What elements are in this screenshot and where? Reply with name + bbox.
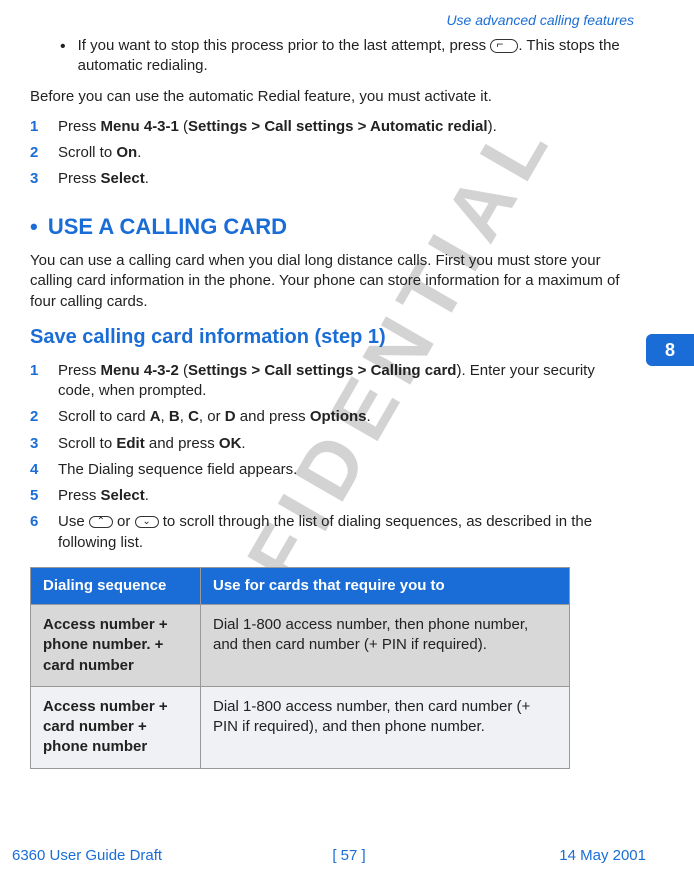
table-row: Access number + card number + phone numb…: [31, 686, 570, 768]
text-fragment: .: [137, 144, 141, 161]
step-text: Press Menu 4-3-2 (Settings > Call settin…: [58, 361, 634, 402]
table-cell: Dial 1-800 access number, then phone num…: [201, 605, 570, 687]
cc-step-3: 3 Scroll to Edit and press OK.: [30, 434, 634, 454]
calling-card-intro: You can use a calling card when you dial…: [30, 251, 634, 312]
step-number: 2: [30, 407, 58, 427]
text-fragment: (: [179, 362, 188, 379]
redial-step-2: 2 Scroll to On.: [30, 143, 634, 163]
footer-date: 14 May 2001: [486, 847, 646, 864]
text-fragment: Press: [58, 362, 101, 379]
text-bold: Menu 4-3-1: [101, 118, 179, 135]
table-row: Access number + phone number. + card num…: [31, 605, 570, 687]
cc-step-1: 1 Press Menu 4-3-2 (Settings > Call sett…: [30, 361, 634, 402]
text-fragment: Scroll to: [58, 435, 116, 452]
text-bold: On: [116, 144, 137, 161]
redial-step-1: 1 Press Menu 4-3-1 (Settings > Call sett…: [30, 117, 634, 137]
text-bold: Menu 4-3-2: [101, 362, 179, 379]
text-fragment: ).: [488, 118, 497, 135]
step-text: Scroll to card A, B, C, or D and press O…: [58, 407, 634, 427]
step-number: 3: [30, 169, 58, 189]
dialing-sequence-table: Dialing sequence Use for cards that requ…: [30, 567, 570, 769]
step-text: Use ⌃ or ⌄ to scroll through the list of…: [58, 512, 634, 553]
text-fragment: .: [367, 408, 371, 425]
text-fragment: or: [113, 513, 135, 530]
step-number: 2: [30, 143, 58, 163]
table-header-col2: Use for cards that require you to: [201, 567, 570, 604]
text-fragment: ,: [161, 408, 169, 425]
intro-bullet-item: • If you want to stop this process prior…: [30, 36, 634, 77]
scroll-down-key-icon: ⌄: [135, 516, 159, 528]
table-cell: Access number + card number + phone numb…: [31, 686, 201, 768]
text-fragment: Press: [58, 118, 101, 135]
scroll-up-key-icon: ⌃: [89, 516, 113, 528]
cc-step-4: 4 The Dialing sequence field appears.: [30, 460, 634, 480]
subsection-heading: Save calling card information (step 1): [30, 324, 634, 351]
section-title-text: USE A CALLING CARD: [48, 214, 287, 239]
step-number: 1: [30, 361, 58, 402]
text-fragment: and press: [145, 435, 219, 452]
text-bold: C: [188, 408, 199, 425]
before-text: Before you can use the automatic Redial …: [30, 87, 634, 107]
text-fragment: If you want to stop this process prior t…: [78, 37, 491, 54]
text-fragment: , or: [199, 408, 225, 425]
table-header-col1: Dialing sequence: [31, 567, 201, 604]
step-text: Press Menu 4-3-1 (Settings > Call settin…: [58, 117, 634, 137]
step-number: 5: [30, 486, 58, 506]
text-bold: OK: [219, 435, 242, 452]
step-number: 4: [30, 460, 58, 480]
footer-left: 6360 User Guide Draft: [12, 847, 212, 864]
step-text: Scroll to Edit and press OK.: [58, 434, 634, 454]
end-key-icon: [490, 39, 518, 53]
step-text: Press Select.: [58, 486, 634, 506]
text-fragment: Scroll to: [58, 144, 116, 161]
cc-step-6: 6 Use ⌃ or ⌄ to scroll through the list …: [30, 512, 634, 553]
step-text: Press Select.: [58, 169, 634, 189]
text-fragment: Scroll to card: [58, 408, 150, 425]
table-cell: Access number + phone number. + card num…: [31, 605, 201, 687]
text-fragment: Use: [58, 513, 89, 530]
text-fragment: Press: [58, 170, 101, 187]
section-bullet-icon: •: [30, 214, 38, 239]
text-bold: Edit: [116, 435, 144, 452]
step-text: The Dialing sequence field appears.: [58, 460, 634, 480]
text-bold: D: [225, 408, 236, 425]
cc-step-2: 2 Scroll to card A, B, C, or D and press…: [30, 407, 634, 427]
step-number: 1: [30, 117, 58, 137]
text-fragment: and press: [236, 408, 310, 425]
redial-step-3: 3 Press Select.: [30, 169, 634, 189]
text-bold: Select: [101, 487, 145, 504]
text-fragment: .: [145, 170, 149, 187]
cc-step-5: 5 Press Select.: [30, 486, 634, 506]
text-bold: B: [169, 408, 180, 425]
section-heading-calling-card: • USE A CALLING CARD: [30, 212, 634, 242]
text-fragment: ,: [180, 408, 188, 425]
step-number: 3: [30, 434, 58, 454]
page-content: • If you want to stop this process prior…: [0, 0, 694, 769]
step-number: 6: [30, 512, 58, 553]
text-bold: Settings > Call settings > Calling card: [188, 362, 456, 379]
text-fragment: .: [241, 435, 245, 452]
table-header-row: Dialing sequence Use for cards that requ…: [31, 567, 570, 604]
text-fragment: Press: [58, 487, 101, 504]
step-text: Scroll to On.: [58, 143, 634, 163]
table-cell: Dial 1-800 access number, then card numb…: [201, 686, 570, 768]
text-bold: Options: [310, 408, 367, 425]
text-fragment: (: [179, 118, 188, 135]
intro-bullet-text: If you want to stop this process prior t…: [78, 36, 634, 77]
text-fragment: .: [145, 487, 149, 504]
text-bold: Select: [101, 170, 145, 187]
text-bold: Settings > Call settings > Automatic red…: [188, 118, 488, 135]
bullet-icon: •: [60, 36, 66, 77]
page-footer: 6360 User Guide Draft [ 57 ] 14 May 2001: [0, 847, 694, 864]
footer-page-number: [ 57 ]: [212, 847, 486, 864]
text-bold: A: [150, 408, 161, 425]
